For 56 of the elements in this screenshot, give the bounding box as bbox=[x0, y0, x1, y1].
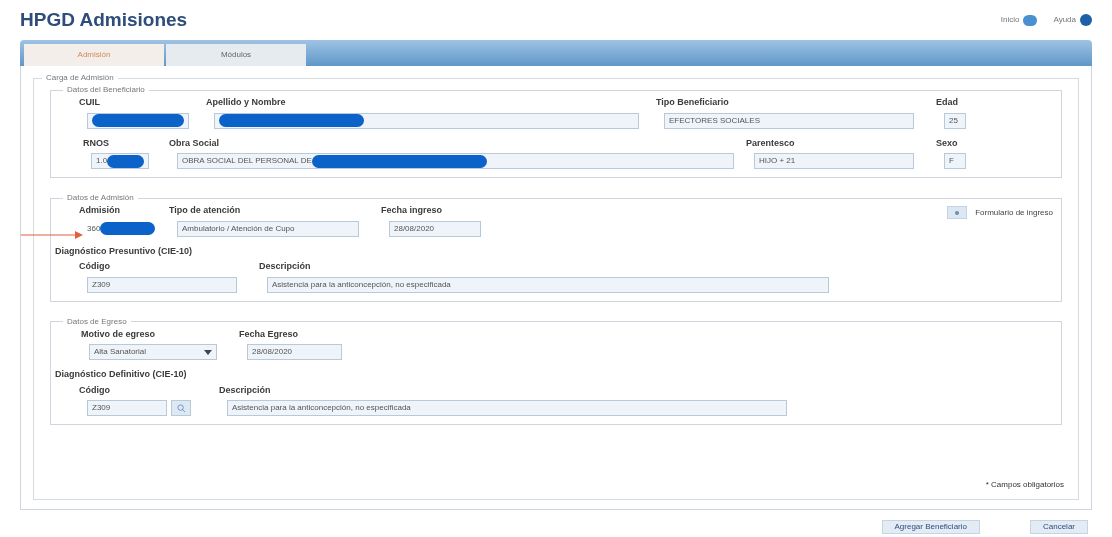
section-legend: Datos de Egreso bbox=[63, 315, 131, 328]
field-label: CUIL bbox=[79, 96, 101, 109]
row-heading: Diagnóstico Definitivo (CIE-10) bbox=[55, 368, 188, 381]
select-field[interactable]: Alta Sanatorial bbox=[89, 344, 217, 360]
field-label: Motivo de egreso bbox=[81, 327, 156, 341]
help-icon bbox=[1080, 14, 1092, 26]
form-icon bbox=[947, 206, 968, 219]
cancel-button[interactable]: Cancelar bbox=[1030, 520, 1088, 534]
field-label: RNOS bbox=[83, 136, 110, 150]
field-label: Sexo bbox=[936, 136, 959, 150]
field-label: Tipo de atención bbox=[169, 204, 242, 217]
required-note: * Campos obligatorios bbox=[985, 479, 1064, 491]
app-title: HPGD Admisiones bbox=[20, 7, 188, 32]
input-field[interactable] bbox=[87, 112, 189, 129]
section-legend: Datos del Beneficiario bbox=[63, 84, 149, 96]
input-field[interactable]: HIJO + 21 bbox=[754, 153, 914, 169]
input-field[interactable]: F bbox=[944, 153, 966, 169]
field-label: Fecha ingreso bbox=[381, 204, 444, 217]
redaction-mark bbox=[100, 222, 156, 235]
caret-icon bbox=[204, 349, 212, 355]
input-field[interactable]: 25 bbox=[944, 112, 966, 129]
field-label: Parentesco bbox=[746, 136, 796, 150]
input-field[interactable]: Z309 bbox=[87, 276, 237, 293]
input-field[interactable]: Ambulatorio / Atención de Cupo bbox=[177, 220, 359, 237]
input-field[interactable]: Asistencia para la anticoncepción, no especificada bbox=[267, 276, 829, 293]
field-label: Código bbox=[79, 383, 111, 397]
search-icon bbox=[176, 403, 186, 413]
home-link[interactable]: Inicio bbox=[1000, 14, 1038, 26]
field-label: Descripción bbox=[219, 383, 272, 397]
row-heading: Diagnóstico Presuntivo (CIE-10) bbox=[55, 244, 194, 258]
field-label: Fecha Egreso bbox=[239, 327, 300, 341]
input-field[interactable]: 28/08/2020 bbox=[247, 344, 342, 360]
field-label: Admisión bbox=[79, 204, 121, 217]
redaction-mark bbox=[107, 154, 144, 168]
input-field[interactable]: EFECTORES SOCIALES bbox=[664, 112, 914, 129]
add-beneficiary-button[interactable]: Agregar Beneficiario bbox=[881, 520, 980, 534]
field-label: Código bbox=[79, 260, 111, 273]
field-label: Edad bbox=[936, 96, 959, 109]
input-field[interactable]: 28/08/2020 bbox=[389, 220, 481, 237]
field-label: Descripción bbox=[259, 260, 312, 273]
field-label: Obra Social bbox=[169, 136, 221, 150]
field-label: Tipo Beneficiario bbox=[656, 96, 730, 109]
input-field[interactable]: OBRA SOCIAL DEL PERSONAL DE bbox=[177, 153, 734, 169]
input-field[interactable]: 360 bbox=[87, 220, 157, 237]
input-field[interactable] bbox=[214, 112, 639, 129]
section-legend: Datos de Admisión bbox=[63, 192, 138, 204]
tab[interactable]: Módulos bbox=[166, 44, 306, 66]
input-field[interactable]: Asistencia para la anticoncepción, no especificada bbox=[227, 400, 787, 416]
input-field[interactable]: Z309 bbox=[87, 400, 167, 416]
home-icon bbox=[1023, 14, 1038, 26]
form-legend: Carga de Admisión bbox=[42, 72, 118, 84]
help-link[interactable]: Ayuda bbox=[1053, 14, 1092, 26]
form-button[interactable]: Formulario de ingreso bbox=[947, 206, 1053, 219]
field-label: Apellido y Nombre bbox=[206, 96, 287, 109]
input-field[interactable]: 1.0 bbox=[91, 153, 149, 169]
pointer-arrow bbox=[21, 231, 83, 239]
